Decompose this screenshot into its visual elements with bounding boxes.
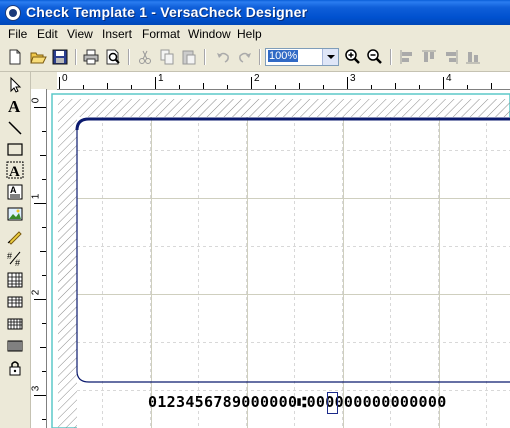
window-title: Check Template 1 - VersaCheck Designer — [26, 4, 308, 20]
toolbar-separator — [204, 49, 206, 65]
zoom-out-icon[interactable] — [366, 48, 384, 66]
title-bar: Check Template 1 - VersaCheck Designer — [0, 0, 510, 25]
svg-text:A: A — [10, 185, 17, 195]
align-left-icon[interactable] — [398, 48, 416, 66]
menu-window[interactable]: Window — [188, 27, 231, 41]
signature-icon[interactable] — [6, 227, 24, 245]
svg-text:#: # — [7, 251, 12, 261]
table-icon[interactable] — [6, 271, 24, 289]
new-icon[interactable] — [6, 48, 24, 66]
barcode-icon[interactable] — [6, 337, 24, 355]
chevron-down-icon[interactable] — [322, 49, 338, 65]
zoom-select[interactable]: 100% — [265, 48, 339, 66]
undo-icon[interactable] — [214, 48, 232, 66]
menu-help[interactable]: Help — [237, 27, 262, 41]
redo-icon[interactable] — [236, 48, 254, 66]
text-icon[interactable]: A — [6, 97, 24, 116]
print-preview-icon[interactable] — [104, 48, 122, 66]
zoom-value: 100% — [268, 50, 299, 62]
toolbar-separator — [259, 49, 261, 65]
toolbar-separator — [390, 49, 392, 65]
ruler-label: 0 — [62, 73, 68, 84]
ruler-corner — [31, 72, 57, 89]
save-icon[interactable] — [51, 48, 69, 66]
menu-bar: File Edit View Insert Format Window Help — [0, 25, 510, 44]
numbering-icon[interactable]: # # — [6, 249, 24, 268]
ruler-label: 1 — [31, 193, 42, 200]
paste-icon[interactable] — [180, 48, 198, 66]
grid-table-2-icon[interactable] — [6, 315, 24, 333]
lock-icon[interactable] — [6, 359, 24, 377]
text-block-icon[interactable]: A — [6, 183, 24, 201]
grid-table-icon[interactable] — [6, 293, 24, 311]
ruler-label: 3 — [350, 73, 356, 84]
app-icon — [5, 5, 21, 21]
ruler-ticks — [34, 107, 46, 420]
menu-file[interactable]: File — [8, 27, 27, 41]
design-canvas[interactable] — [47, 90, 510, 428]
open-icon[interactable] — [29, 48, 47, 66]
menu-edit[interactable]: Edit — [37, 27, 58, 41]
micr-line[interactable]: 0123456789000000⑆000000000000000 — [148, 393, 447, 411]
zoom-in-icon[interactable] — [344, 48, 362, 66]
text-frame-icon[interactable]: A — [6, 161, 24, 180]
ruler-label: 1 — [158, 73, 164, 84]
cut-icon[interactable] — [136, 48, 154, 66]
check-layout — [47, 90, 510, 428]
menu-insert[interactable]: Insert — [102, 27, 132, 41]
svg-text:#: # — [15, 258, 20, 267]
toolbar-separator — [128, 49, 130, 65]
standard-toolbar — [0, 44, 510, 72]
text-cursor — [327, 392, 338, 414]
line-icon[interactable] — [6, 119, 24, 137]
copy-icon[interactable] — [158, 48, 176, 66]
horizontal-ruler[interactable]: 0 1 2 3 4 — [57, 72, 510, 90]
vertical-ruler[interactable]: 0 1 2 3 — [31, 89, 47, 428]
ruler-ticks — [59, 77, 492, 89]
align-bottom-icon[interactable] — [464, 48, 482, 66]
svg-text:A: A — [9, 164, 20, 179]
ruler-label: 0 — [31, 97, 42, 104]
ruler-label: 2 — [31, 289, 42, 296]
align-top-icon[interactable] — [420, 48, 438, 66]
rectangle-icon[interactable] — [6, 140, 24, 158]
pointer-icon[interactable] — [6, 76, 24, 94]
ruler-label: 4 — [446, 73, 452, 84]
toolbar-separator — [75, 49, 77, 65]
align-right-icon[interactable] — [442, 48, 460, 66]
ruler-label: 2 — [254, 73, 260, 84]
svg-text:A: A — [8, 97, 21, 115]
menu-view[interactable]: View — [67, 27, 93, 41]
image-icon[interactable] — [6, 205, 24, 223]
ruler-label: 3 — [31, 385, 42, 392]
print-icon[interactable] — [82, 48, 100, 66]
tool-palette: A A A # # — [0, 72, 31, 428]
menu-format[interactable]: Format — [142, 27, 180, 41]
